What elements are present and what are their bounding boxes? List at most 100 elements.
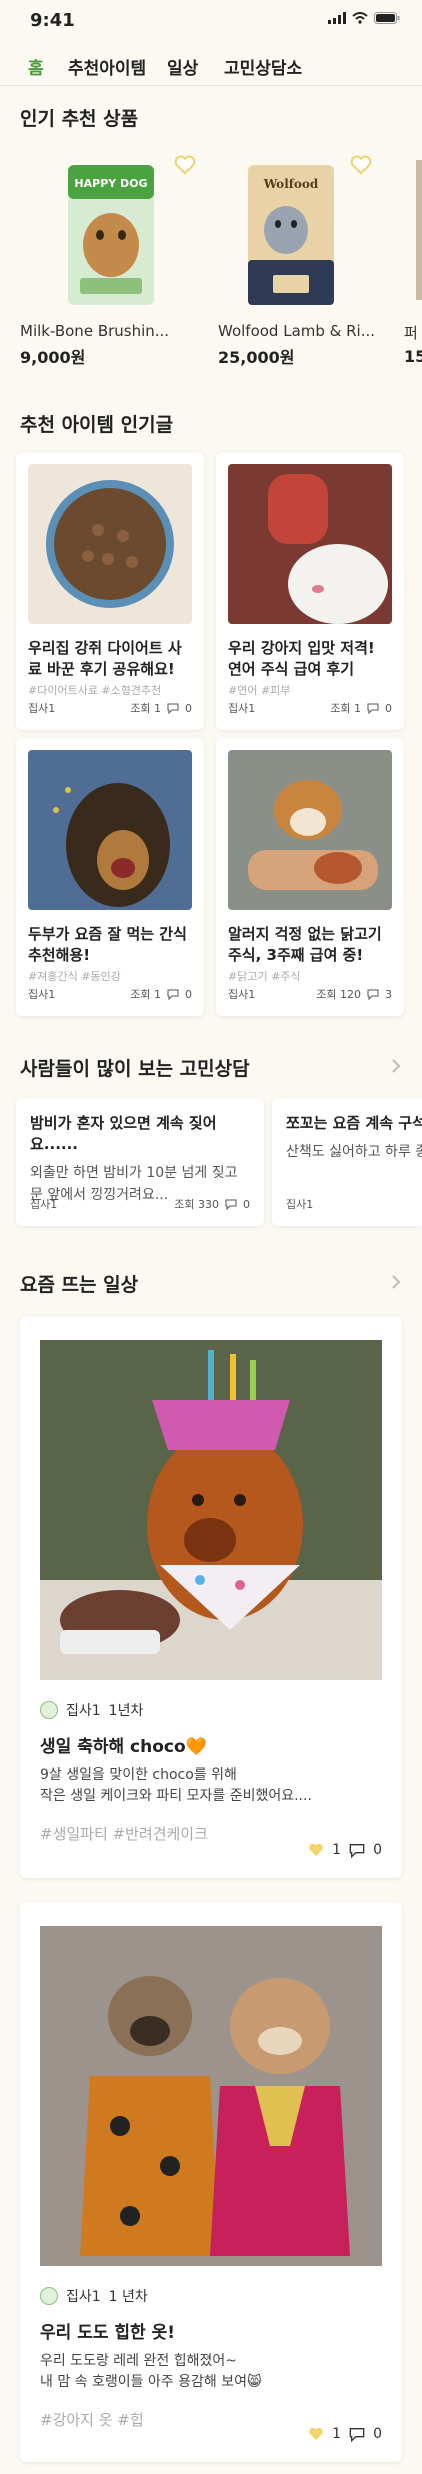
chevron-right-icon[interactable]	[388, 1058, 404, 1074]
post-card[interactable]: 두부가 요즘 잘 먹는 간식 추천해용! #져흥간식 #동인강 집사1 조회 1…	[16, 738, 204, 1016]
post-tags: #연어 #피부	[228, 684, 291, 697]
daily-post-card[interactable]: 집사1 1년차 생일 축하해 choco🧡 9살 생일을 맞이한 choco를 …	[20, 1316, 402, 1878]
post-comment-count: 0	[385, 701, 392, 715]
system-icons	[328, 12, 400, 24]
post-card[interactable]: 우리집 강쥐 다이어트 사료 바꾼 후기 공유해요! #다이어트사료 #소형견추…	[16, 452, 204, 730]
post-thumbnail	[228, 750, 392, 910]
post-comment-count: 0	[185, 701, 192, 715]
product-name: Milk-Bone Brushin...	[20, 322, 170, 340]
product-price: 15	[404, 347, 422, 366]
post-tags: #닭고기 #주식	[228, 970, 301, 983]
daily-body-line: 9살 생일을 맞이한 choco를 위해	[40, 1767, 237, 1783]
heart-icon[interactable]	[308, 2426, 324, 2442]
daily-author: 집사1	[66, 2289, 101, 2305]
post-author: 집사1	[28, 988, 56, 1001]
post-thumbnail	[28, 750, 192, 910]
consult-title: 밤비가 혼자 있으면 계속 짖어요......	[30, 1114, 217, 1153]
top-nav: 홈 추천아이템 일상 고민상담소	[0, 44, 422, 86]
daily-author: 집사1	[66, 1703, 101, 1719]
daily-tags: #생일파티 #반려견케이크	[40, 1825, 208, 1843]
consult-card[interactable]: 쪼꼬는 요즘 계속 구석에 산책도 싫어하고 하루 종일 요... 집사1	[272, 1098, 422, 1226]
heart-icon[interactable]	[174, 154, 196, 176]
recommend-section-title: 추천 아이템 인기글	[20, 414, 174, 436]
post-views: 조회 120	[316, 988, 361, 1001]
product-image: HAPPY DOG	[20, 150, 200, 310]
comment-count: 0	[373, 2426, 382, 2442]
consult-views: 조회 330	[174, 1198, 219, 1211]
heart-icon[interactable]	[308, 1842, 324, 1858]
product-price: 9,000원	[20, 348, 86, 367]
consult-comment-count: 0	[243, 1197, 250, 1211]
comment-icon[interactable]	[349, 2426, 365, 2442]
daily-post-photo	[40, 1926, 382, 2266]
post-title: 알러지 걱정 없는 닭고기 주식, 3주째 급여 중!	[228, 925, 382, 964]
post-comment-count: 3	[385, 987, 392, 1001]
like-count: 1	[332, 1842, 342, 1858]
chevron-right-icon[interactable]	[388, 1274, 404, 1290]
product-price: 25,000원	[218, 348, 295, 367]
daily-title: 생일 축하해 choco🧡	[40, 1737, 207, 1757]
comment-icon	[167, 989, 179, 1000]
product-card[interactable]: Wolfood Wolfood Lamb & Ri... 25,000원	[218, 150, 398, 368]
daily-post-card[interactable]: 집사1 1 년차 우리 도도 힙한 옷! 우리 도도랑 레레 완전 힙해졌어~ …	[20, 1902, 402, 2462]
post-title: 우리 강아지 입맛 저격! 연어 주식 급여 후기	[228, 639, 375, 678]
post-views: 조회 1	[130, 702, 161, 715]
daily-body-line: 내 맘 속 호랭이들 아주 용감해 보여😸	[40, 2374, 262, 2390]
post-card[interactable]: 알러지 걱정 없는 닭고기 주식, 3주째 급여 중! #닭고기 #주식 집사1…	[216, 738, 404, 1016]
popular-section-title: 인기 추천 상품	[20, 108, 139, 130]
daily-years: 1 년차	[108, 2289, 148, 2305]
comment-icon	[367, 703, 379, 714]
wifi-icon	[352, 12, 368, 24]
post-title: 두부가 요즘 잘 먹는 간식 추천해용!	[28, 925, 187, 964]
comment-icon	[167, 703, 179, 714]
post-thumbnail	[228, 464, 392, 624]
post-card[interactable]: 우리 강아지 입맛 저격! 연어 주식 급여 후기 #연어 #피부 집사1 조회…	[216, 452, 404, 730]
post-author: 집사1	[28, 702, 56, 715]
status-time: 9:41	[30, 10, 75, 31]
tab-home[interactable]: 홈	[28, 54, 44, 79]
post-comment-count: 0	[185, 987, 192, 1001]
product-card-partial[interactable]: 퍼 15	[404, 150, 422, 366]
product-card[interactable]: HAPPY DOG Milk-Bone Brushin... 9,000원	[20, 150, 200, 368]
comment-icon	[225, 1199, 237, 1210]
daily-body-line: 우리 도도랑 레레 완전 힙해졌어~	[40, 2353, 237, 2369]
post-tags: #다이어트사료 #소형견추천	[28, 684, 162, 697]
daily-section-title: 요즘 뜨는 일상	[20, 1274, 139, 1296]
consult-author: 집사1	[286, 1198, 314, 1211]
consult-section-title: 사람들이 많이 보는 고민상담	[20, 1058, 250, 1080]
daily-title: 우리 도도 힙한 옷!	[40, 2323, 175, 2343]
post-thumbnail	[28, 464, 192, 624]
daily-body-line: 작은 생일 케이크와 파티 모자를 준비했어요....	[40, 1788, 312, 1804]
product-name: Wolfood Lamb & Ri...	[218, 322, 376, 340]
comment-icon[interactable]	[349, 1842, 365, 1858]
post-author: 집사1	[228, 988, 256, 1001]
tab-consult[interactable]: 고민상담소	[224, 54, 302, 79]
product-name: 퍼	[404, 324, 418, 342]
daily-years: 1년차	[108, 1703, 144, 1719]
post-title: 우리집 강쥐 다이어트 사료 바꾼 후기 공유해요!	[28, 639, 182, 678]
tab-daily[interactable]: 일상	[167, 54, 198, 79]
comment-icon	[367, 989, 379, 1000]
product-image: Wolfood	[218, 150, 398, 310]
consult-body: 산책도 싫어하고 하루 종일 요...	[286, 1144, 422, 1160]
avatar	[40, 1701, 58, 1719]
post-views: 조회 1	[130, 988, 161, 1001]
daily-post-photo	[40, 1340, 382, 1680]
consult-title: 쪼꼬는 요즘 계속 구석에	[286, 1114, 422, 1132]
comment-count: 0	[373, 1842, 382, 1858]
avatar	[40, 2287, 58, 2305]
post-tags: #져흥간식 #동인강	[28, 970, 121, 983]
signal-icon	[328, 12, 346, 24]
post-views: 조회 1	[330, 702, 361, 715]
like-count: 1	[332, 2426, 342, 2442]
status-bar: 9:41	[0, 0, 422, 40]
product-logo-text: Wolfood	[263, 177, 319, 191]
post-author: 집사1	[228, 702, 256, 715]
product-logo-text: HAPPY DOG	[74, 177, 147, 190]
heart-icon[interactable]	[350, 154, 372, 176]
tab-recommend-items[interactable]: 추천아이템	[68, 54, 146, 79]
consult-card[interactable]: 밤비가 혼자 있으면 계속 짖어요...... 외출만 하면 밤비가 10분 넘…	[16, 1098, 264, 1226]
battery-icon	[374, 12, 400, 24]
product-image	[404, 150, 422, 310]
consult-author: 집사1	[30, 1198, 58, 1211]
